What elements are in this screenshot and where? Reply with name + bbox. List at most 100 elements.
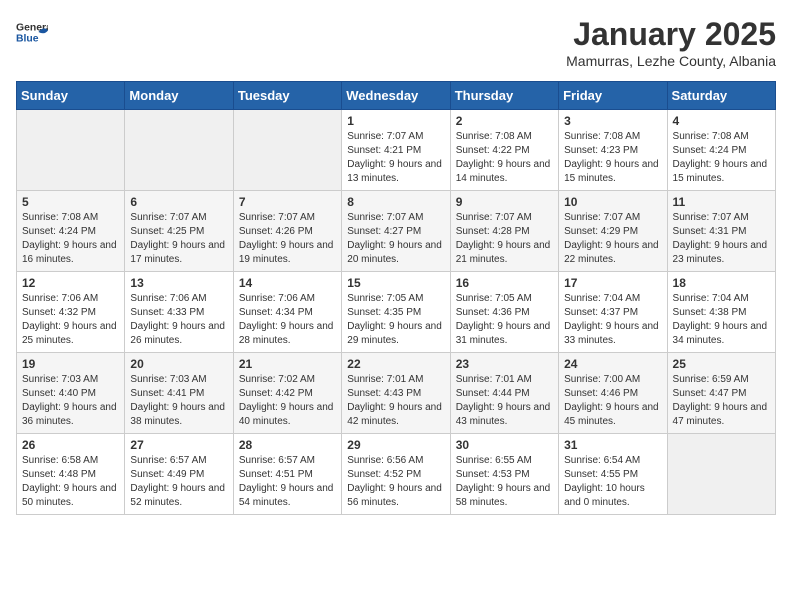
day-number: 5: [22, 195, 119, 209]
day-number: 3: [564, 114, 661, 128]
calendar-week-row: 5 Sunrise: 7:08 AMSunset: 4:24 PMDaylight…: [17, 191, 776, 272]
day-number: 24: [564, 357, 661, 371]
day-info: Sunrise: 7:07 AMSunset: 4:29 PMDaylight:…: [564, 211, 661, 267]
calendar-cell: 25 Sunrise: 6:59 AMSunset: 4:47 PMDayligh…: [667, 353, 775, 434]
calendar-day-header: Monday: [125, 82, 233, 110]
day-number: 19: [22, 357, 119, 371]
logo-icon: General Blue: [16, 16, 48, 48]
day-info: Sunrise: 6:59 AMSunset: 4:47 PMDaylight:…: [673, 373, 770, 429]
logo: General Blue: [16, 16, 48, 48]
day-number: 7: [239, 195, 336, 209]
calendar-cell: 14 Sunrise: 7:06 AMSunset: 4:34 PMDayligh…: [233, 272, 341, 353]
title-block: January 2025 Mamurras, Lezhe County, Alb…: [566, 16, 776, 69]
calendar-cell: 1 Sunrise: 7:07 AMSunset: 4:21 PMDaylight…: [342, 110, 450, 191]
calendar-cell: [667, 434, 775, 515]
day-number: 9: [456, 195, 553, 209]
calendar-cell: 28 Sunrise: 6:57 AMSunset: 4:51 PMDayligh…: [233, 434, 341, 515]
day-number: 1: [347, 114, 444, 128]
calendar-day-header: Saturday: [667, 82, 775, 110]
day-number: 28: [239, 438, 336, 452]
day-number: 4: [673, 114, 770, 128]
day-info: Sunrise: 6:57 AMSunset: 4:49 PMDaylight:…: [130, 454, 227, 510]
day-number: 18: [673, 276, 770, 290]
calendar-table: SundayMondayTuesdayWednesdayThursdayFrid…: [16, 81, 776, 515]
calendar-cell: 13Sunrise: 7:06 AMSunset: 4:33 PMDayligh…: [125, 272, 233, 353]
calendar-cell: 3 Sunrise: 7:08 AMSunset: 4:23 PMDaylight…: [559, 110, 667, 191]
day-info: Sunrise: 7:05 AMSunset: 4:36 PMDaylight:…: [456, 292, 553, 348]
calendar-cell: 24 Sunrise: 7:00 AMSunset: 4:46 PMDayligh…: [559, 353, 667, 434]
svg-text:Blue: Blue: [16, 34, 39, 45]
day-number: 16: [456, 276, 553, 290]
day-info: Sunrise: 7:04 AMSunset: 4:37 PMDaylight:…: [564, 292, 661, 348]
day-info: Sunrise: 7:07 AMSunset: 4:28 PMDaylight:…: [456, 211, 553, 267]
day-number: 21: [239, 357, 336, 371]
day-info: Sunrise: 7:00 AMSunset: 4:46 PMDaylight:…: [564, 373, 661, 429]
day-info: Sunrise: 7:08 AMSunset: 4:23 PMDaylight:…: [564, 130, 661, 186]
day-info: Sunrise: 7:08 AMSunset: 4:22 PMDaylight:…: [456, 130, 553, 186]
calendar-cell: 27 Sunrise: 6:57 AMSunset: 4:49 PMDayligh…: [125, 434, 233, 515]
day-number: 26: [22, 438, 119, 452]
day-number: 23: [456, 357, 553, 371]
day-info: Sunrise: 7:06 AMSunset: 4:32 PMDaylight:…: [22, 292, 119, 348]
calendar-cell: 18 Sunrise: 7:04 AMSunset: 4:38 PMDayligh…: [667, 272, 775, 353]
day-info: Sunrise: 7:05 AMSunset: 4:35 PMDaylight:…: [347, 292, 444, 348]
day-number: 14: [239, 276, 336, 290]
day-info: Sunrise: 7:08 AMSunset: 4:24 PMDaylight:…: [673, 130, 770, 186]
day-info: Sunrise: 7:04 AMSunset: 4:38 PMDaylight:…: [673, 292, 770, 348]
day-number: 27: [130, 438, 227, 452]
calendar-cell: 2 Sunrise: 7:08 AMSunset: 4:22 PMDaylight…: [450, 110, 558, 191]
day-info: Sunrise: 6:55 AMSunset: 4:53 PMDaylight:…: [456, 454, 553, 510]
day-number: 31: [564, 438, 661, 452]
calendar-day-header: Wednesday: [342, 82, 450, 110]
calendar-cell: 16 Sunrise: 7:05 AMSunset: 4:36 PMDayligh…: [450, 272, 558, 353]
day-info: Sunrise: 6:57 AMSunset: 4:51 PMDaylight:…: [239, 454, 336, 510]
day-number: 30: [456, 438, 553, 452]
page-subtitle: Mamurras, Lezhe County, Albania: [566, 53, 776, 69]
day-info: Sunrise: 7:07 AMSunset: 4:27 PMDaylight:…: [347, 211, 444, 267]
calendar-week-row: 19Sunrise: 7:03 AMSunset: 4:40 PMDayligh…: [17, 353, 776, 434]
day-number: 11: [673, 195, 770, 209]
page-title: January 2025: [566, 16, 776, 53]
calendar-cell: 30 Sunrise: 6:55 AMSunset: 4:53 PMDayligh…: [450, 434, 558, 515]
day-info: Sunrise: 7:07 AMSunset: 4:25 PMDaylight:…: [130, 211, 227, 267]
day-info: Sunrise: 7:03 AMSunset: 4:41 PMDaylight:…: [130, 373, 227, 429]
calendar-cell: 7Sunrise: 7:07 AMSunset: 4:26 PMDaylight…: [233, 191, 341, 272]
day-number: 2: [456, 114, 553, 128]
day-info: Sunrise: 7:07 AMSunset: 4:31 PMDaylight:…: [673, 211, 770, 267]
calendar-week-row: 1 Sunrise: 7:07 AMSunset: 4:21 PMDaylight…: [17, 110, 776, 191]
calendar-cell: 9 Sunrise: 7:07 AMSunset: 4:28 PMDaylight…: [450, 191, 558, 272]
calendar-header-row: SundayMondayTuesdayWednesdayThursdayFrid…: [17, 82, 776, 110]
calendar-cell: [17, 110, 125, 191]
calendar-cell: 15Sunrise: 7:05 AMSunset: 4:35 PMDayligh…: [342, 272, 450, 353]
calendar-cell: 31 Sunrise: 6:54 AMSunset: 4:55 PMDayligh…: [559, 434, 667, 515]
calendar-cell: 19Sunrise: 7:03 AMSunset: 4:40 PMDayligh…: [17, 353, 125, 434]
day-number: 8: [347, 195, 444, 209]
calendar-cell: 22Sunrise: 7:01 AMSunset: 4:43 PMDayligh…: [342, 353, 450, 434]
calendar-day-header: Friday: [559, 82, 667, 110]
calendar-cell: 8 Sunrise: 7:07 AMSunset: 4:27 PMDaylight…: [342, 191, 450, 272]
day-info: Sunrise: 7:06 AMSunset: 4:34 PMDaylight:…: [239, 292, 336, 348]
page-header: General Blue January 2025 Mamurras, Lezh…: [16, 16, 776, 69]
calendar-week-row: 26Sunrise: 6:58 AMSunset: 4:48 PMDayligh…: [17, 434, 776, 515]
day-info: Sunrise: 7:01 AMSunset: 4:43 PMDaylight:…: [347, 373, 444, 429]
calendar-cell: 29 Sunrise: 6:56 AMSunset: 4:52 PMDayligh…: [342, 434, 450, 515]
calendar-cell: 21Sunrise: 7:02 AMSunset: 4:42 PMDayligh…: [233, 353, 341, 434]
calendar-day-header: Thursday: [450, 82, 558, 110]
calendar-cell: 20 Sunrise: 7:03 AMSunset: 4:41 PMDayligh…: [125, 353, 233, 434]
day-number: 20: [130, 357, 227, 371]
day-number: 13: [130, 276, 227, 290]
calendar-cell: 12 Sunrise: 7:06 AMSunset: 4:32 PMDayligh…: [17, 272, 125, 353]
day-info: Sunrise: 6:54 AMSunset: 4:55 PMDaylight:…: [564, 454, 661, 510]
day-number: 10: [564, 195, 661, 209]
day-info: Sunrise: 6:56 AMSunset: 4:52 PMDaylight:…: [347, 454, 444, 510]
day-number: 25: [673, 357, 770, 371]
calendar-week-row: 12 Sunrise: 7:06 AMSunset: 4:32 PMDayligh…: [17, 272, 776, 353]
calendar-day-header: Sunday: [17, 82, 125, 110]
calendar-cell: [233, 110, 341, 191]
calendar-cell: [125, 110, 233, 191]
day-info: Sunrise: 7:08 AMSunset: 4:24 PMDaylight:…: [22, 211, 119, 267]
day-number: 12: [22, 276, 119, 290]
calendar-cell: 23Sunrise: 7:01 AMSunset: 4:44 PMDayligh…: [450, 353, 558, 434]
day-info: Sunrise: 7:07 AMSunset: 4:21 PMDaylight:…: [347, 130, 444, 186]
day-number: 29: [347, 438, 444, 452]
